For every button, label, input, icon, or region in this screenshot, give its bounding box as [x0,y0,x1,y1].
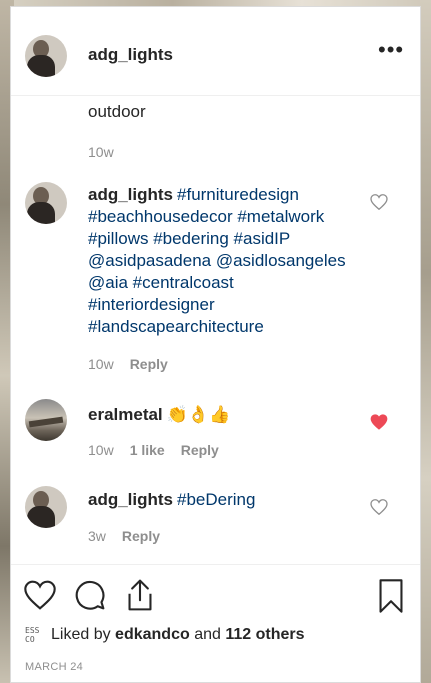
liked-by-others[interactable]: 112 others [225,626,304,643]
liked-by-user[interactable]: edkandco [115,626,190,643]
heart-filled-icon[interactable] [370,414,388,430]
comment-username[interactable]: adg_lights [88,185,173,204]
comment-meta: 10w Reply [88,356,168,372]
comment-text: adg_lights #beDering [88,489,255,511]
post-date: MARCH 24 [25,661,84,673]
comment-meta: 10w [88,144,114,160]
bookmark-icon[interactable] [377,579,405,613]
comment-text: outdoor [88,102,146,121]
comment-line[interactable]: @asidpasadena @asidlosangeles [88,250,378,272]
comment-text: eralmetal 👏👌👍 [88,404,230,426]
reply-button[interactable]: Reply [181,442,219,458]
comment-meta: 3w Reply [88,528,160,544]
liker-avatar-icon: ESS CO [25,626,40,644]
comment-username[interactable]: eralmetal [88,405,163,424]
avatar[interactable] [25,35,67,77]
liked-by-joiner: and [194,626,221,644]
comment-line[interactable]: #landscapearchitecture [88,316,378,338]
likes-count-button[interactable]: 1 like [130,442,165,458]
ellipsis-icon[interactable]: ••• [378,39,404,61]
share-upload-icon[interactable] [124,578,156,612]
reply-button[interactable]: Reply [122,528,160,544]
liked-by-prefix: Liked by [51,626,111,644]
comment-meta: 10w 1 like Reply [88,442,219,458]
comment-time: 3w [88,528,106,544]
hashtag-link[interactable]: #beDering [177,490,255,509]
post-comments-panel: adg_lights ••• outdoor 10w adg_lights #fu… [10,6,421,683]
comment-time: 10w [88,442,114,458]
heart-outline-icon[interactable] [24,580,56,610]
comment-line[interactable]: #interiordesigner [88,294,378,316]
comment-bubble-icon[interactable] [74,579,106,611]
comment-line[interactable]: #beachhousedecor #metalwork [88,206,378,228]
liked-by: ESS CO Liked by edkandco and 112 others [25,626,305,644]
comment-text: adg_lights #furnituredesign #beachhousede… [88,184,378,338]
header-username[interactable]: adg_lights [88,45,173,65]
heart-outline-icon[interactable] [370,499,388,515]
background-photo-right [420,0,431,683]
comment-line[interactable]: #pillows #bedering #asidIP [88,228,378,250]
heart-outline-icon[interactable] [370,194,388,210]
reply-button[interactable]: Reply [130,356,168,372]
comment-time: 10w [88,144,114,160]
avatar[interactable] [25,486,67,528]
avatar[interactable] [25,399,67,441]
comment-time: 10w [88,356,114,372]
comments-list[interactable]: outdoor 10w adg_lights #furnituredesign #… [11,96,420,564]
avatar[interactable] [25,182,67,224]
comment-username[interactable]: adg_lights [88,490,173,509]
post-header: adg_lights ••• [11,7,420,96]
comment-line[interactable]: #furnituredesign [177,185,299,204]
emoji-text: 👏👌👍 [166,405,231,424]
comment-line[interactable]: @aia #centralcoast [88,272,378,294]
